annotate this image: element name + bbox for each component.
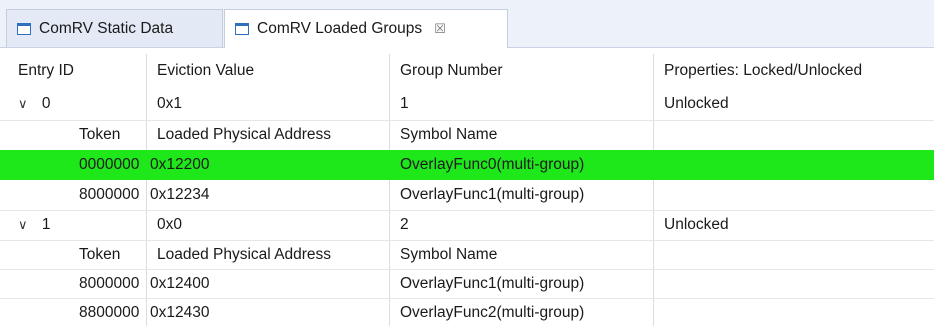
group-number-cell: 2 [400, 216, 409, 233]
symbol-cell: OverlayFunc1(multi-group) [400, 275, 585, 292]
address-cell: 0x12430 [150, 304, 210, 321]
tab-bar: ComRV Static Data ComRV Loaded Groups ☒ [0, 0, 934, 48]
tree-row-group[interactable]: ∨ 1 0x0 2 Unlocked [0, 210, 934, 240]
symbol-cell: OverlayFunc2(multi-group) [400, 304, 585, 321]
table-row[interactable]: 8800000 0x12430 OverlayFunc2(multi-group… [0, 298, 934, 328]
column-header-eviction-value[interactable]: Eviction Value [157, 62, 254, 80]
address-cell: 0x12400 [150, 275, 210, 292]
table-row[interactable]: 8000000 0x12400 OverlayFunc1(multi-group… [0, 269, 934, 299]
sub-header-address: Loaded Physical Address [157, 126, 332, 143]
token-cell: 8000000 [79, 186, 140, 203]
tab-comrv-loaded-groups[interactable]: ComRV Loaded Groups ☒ [224, 9, 508, 48]
symbol-cell: OverlayFunc0(multi-group) [400, 156, 585, 173]
column-header-entry-id[interactable]: Entry ID [18, 62, 74, 80]
table-icon [235, 23, 249, 35]
column-header-properties[interactable]: Properties: Locked/Unlocked [664, 62, 862, 80]
token-cell: 8800000 [79, 304, 140, 321]
properties-cell: Unlocked [664, 216, 729, 233]
chevron-down-icon[interactable]: ∨ [18, 217, 28, 233]
eviction-value-cell: 0x0 [157, 216, 182, 233]
table-row[interactable]: 8000000 0x12234 OverlayFunc1(multi-group… [0, 180, 934, 210]
tree-row-group[interactable]: ∨ 0 0x1 1 Unlocked [0, 90, 934, 120]
sub-header-token: Token [79, 126, 121, 143]
entry-id-cell: ∨ 1 [18, 216, 51, 233]
group-number-cell: 1 [400, 95, 409, 112]
sub-header-address: Loaded Physical Address [157, 246, 332, 263]
close-icon[interactable]: ☒ [434, 21, 446, 37]
tab-label: ComRV Static Data [39, 19, 174, 37]
table-icon [17, 22, 31, 35]
eviction-value-cell: 0x1 [157, 95, 182, 112]
tab-label: ComRV Loaded Groups [257, 20, 423, 37]
address-cell: 0x12234 [150, 186, 210, 203]
token-cell: 0000000 [79, 156, 140, 173]
sub-header-symbol: Symbol Name [400, 126, 498, 143]
tab-comrv-static-data[interactable]: ComRV Static Data [6, 9, 223, 47]
address-cell: 0x12200 [150, 156, 210, 173]
sub-header-row: Token Loaded Physical Address Symbol Nam… [0, 240, 934, 270]
table-header: Entry ID Eviction Value Group Number Pro… [0, 54, 934, 90]
chevron-down-icon[interactable]: ∨ [18, 96, 28, 112]
sub-header-row: Token Loaded Physical Address Symbol Nam… [0, 120, 934, 150]
sub-header-symbol: Symbol Name [400, 246, 498, 263]
entry-id-cell: ∨ 0 [18, 95, 51, 112]
properties-cell: Unlocked [664, 95, 729, 112]
sub-header-token: Token [79, 246, 121, 263]
symbol-cell: OverlayFunc1(multi-group) [400, 186, 585, 203]
column-header-group-number[interactable]: Group Number [400, 62, 503, 80]
token-cell: 8000000 [79, 275, 140, 292]
table-row[interactable]: 0000000 0x12200 OverlayFunc0(multi-group… [0, 150, 934, 180]
